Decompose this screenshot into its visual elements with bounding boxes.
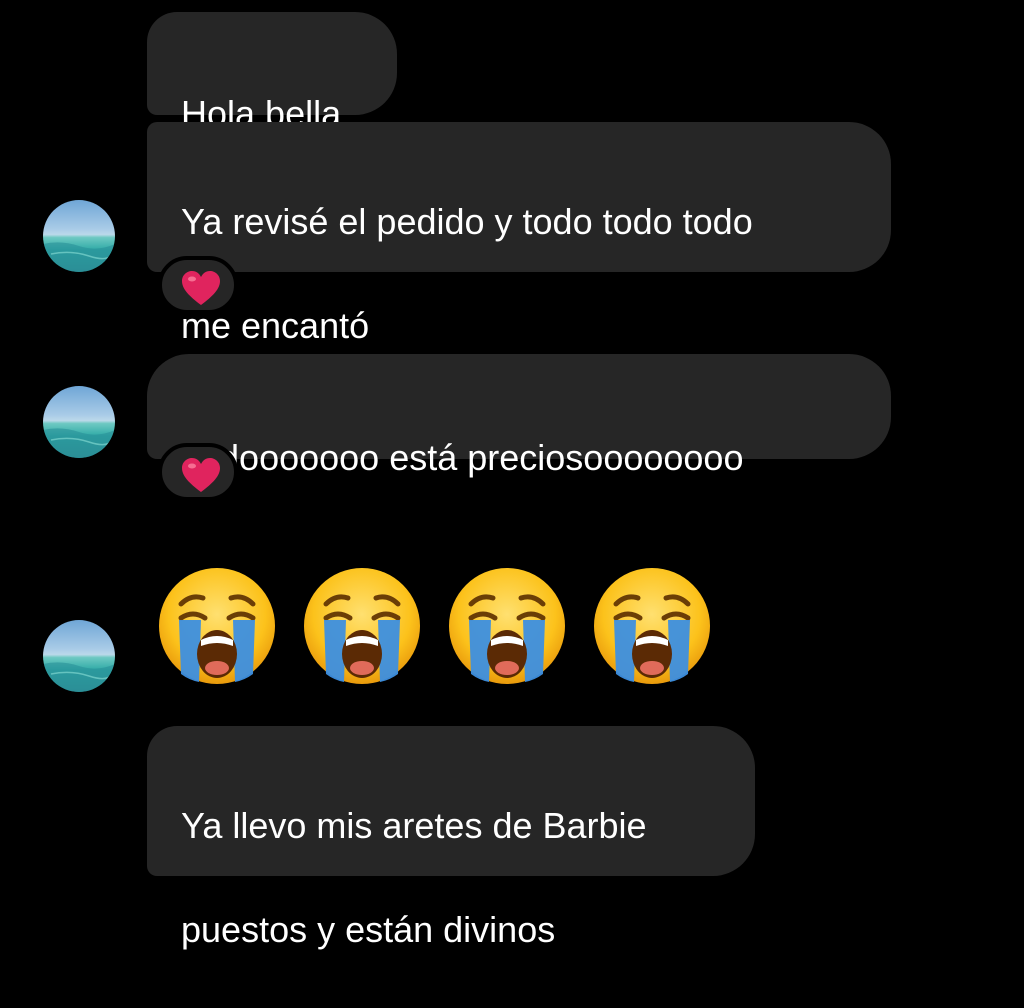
red-heart-icon xyxy=(182,458,220,492)
message-text: Todooooooo está preciosoooooooo xyxy=(181,437,744,478)
avatar-ocean-image xyxy=(43,662,115,692)
heart-reaction[interactable] xyxy=(158,443,238,501)
red-heart-icon xyxy=(182,271,220,305)
message-text-line-2: me encantó xyxy=(181,305,370,346)
avatar[interactable] xyxy=(43,200,115,272)
message-text-line-1: Ya revisé el pedido y todo todo todo xyxy=(181,201,753,242)
loudly-crying-face-icon xyxy=(590,564,714,688)
loudly-crying-face-icon xyxy=(300,564,424,688)
message-bubble-pedido[interactable]: Ya revisé el pedido y todo todo todo me … xyxy=(147,122,891,346)
avatar-ocean-image xyxy=(43,242,115,272)
message-bubble-precioso[interactable]: Todooooooo está preciosoooooooo xyxy=(147,354,891,478)
avatar[interactable] xyxy=(43,620,115,692)
heart-reaction[interactable] xyxy=(158,256,238,314)
message-bubble-hola-bella[interactable]: Hola bella xyxy=(147,12,397,134)
loudly-crying-face-icon xyxy=(155,564,279,688)
loudly-crying-face-icon xyxy=(445,564,569,688)
avatar-ocean-image xyxy=(43,428,115,458)
avatar[interactable] xyxy=(43,386,115,458)
message-text-line-1: Ya llevo mis aretes de Barbie xyxy=(181,805,647,846)
message-bubble-aretes[interactable]: Ya llevo mis aretes de Barbie puestos y … xyxy=(147,726,755,950)
message-text-line-2: puestos y están divinos xyxy=(181,909,556,950)
